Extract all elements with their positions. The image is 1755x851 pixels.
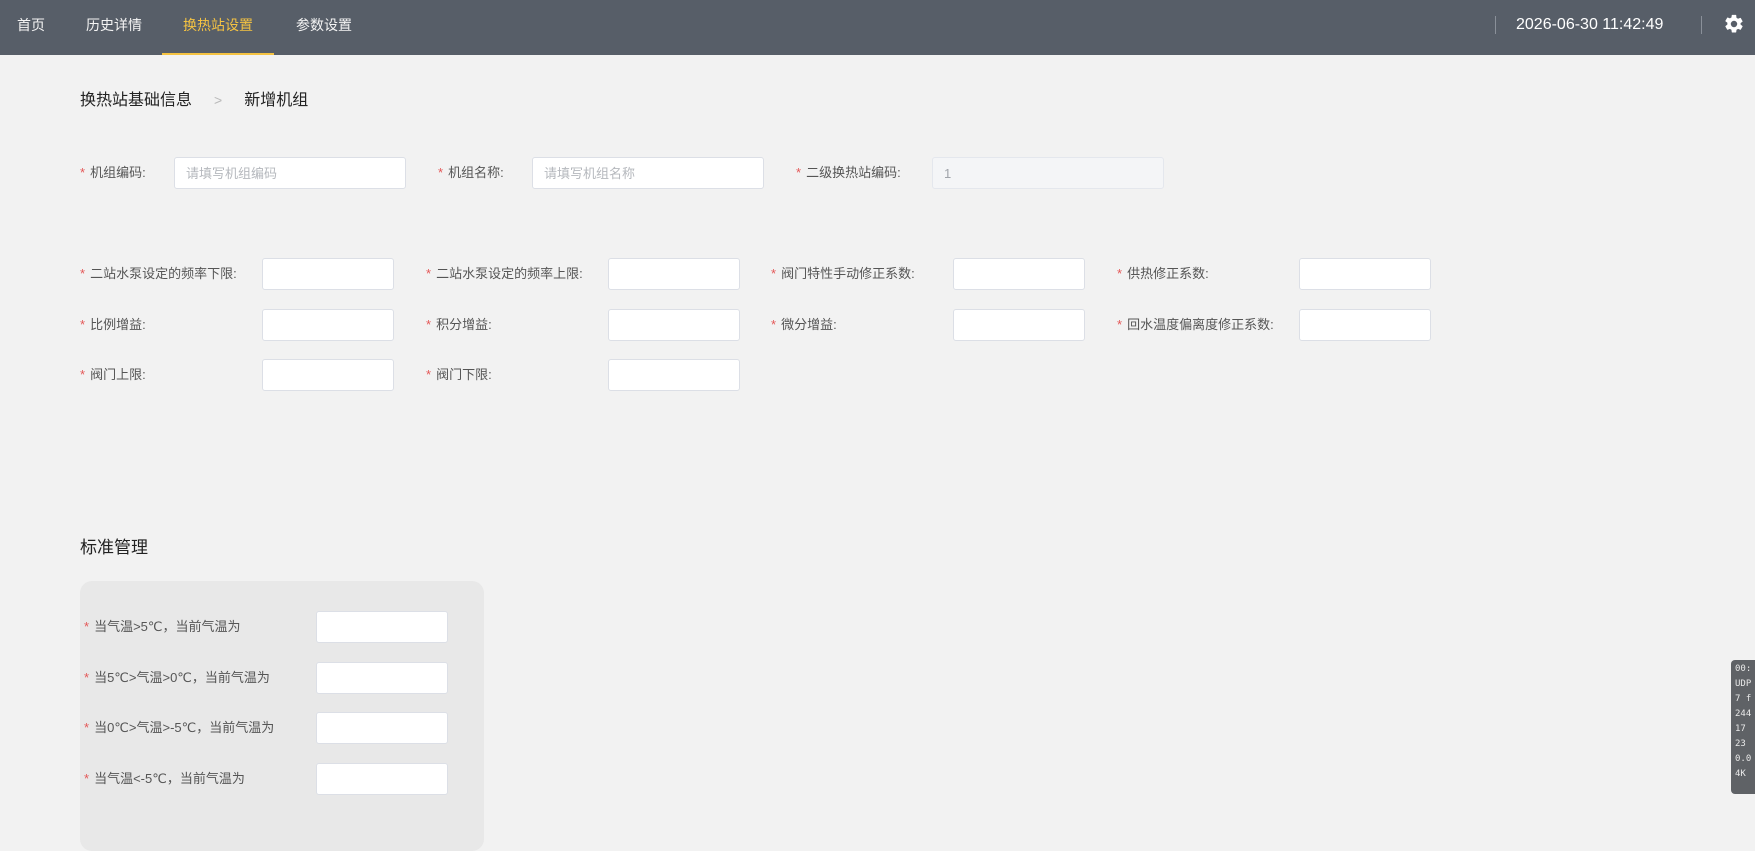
station-code-input — [932, 157, 1164, 189]
required-mark: * — [84, 670, 90, 685]
valve-upper-label: * 阀门上限: — [80, 367, 146, 382]
temp-0-to-minus5-label: * 当0℃>气温>-5℃，当前气温为 — [84, 720, 275, 735]
nav-item-history[interactable]: 历史详情 — [72, 0, 156, 55]
required-mark: * — [796, 165, 802, 180]
top-nav-bar: 首页 历史详情 换热站设置 参数设置 2026-06-30 11:42:49 — [0, 0, 1755, 55]
derivative-gain-label: * 微分增益: — [771, 317, 837, 332]
temp-0-to-minus5-input[interactable] — [316, 712, 448, 744]
unit-code-input[interactable] — [174, 157, 406, 189]
nav-item-home[interactable]: 首页 — [0, 0, 62, 55]
required-mark: * — [80, 266, 86, 281]
debug-line: UDP — [1735, 679, 1752, 689]
required-mark: * — [80, 367, 86, 382]
required-mark: * — [438, 165, 444, 180]
debug-line: 0.0 — [1735, 754, 1752, 764]
topbar-divider — [1495, 16, 1496, 34]
topbar-divider — [1701, 16, 1702, 34]
required-mark: * — [426, 317, 432, 332]
debug-line: 17 — [1735, 724, 1746, 734]
pump-freq-upper-label: * 二站水泵设定的频率上限: — [426, 266, 583, 281]
required-mark: * — [1117, 317, 1123, 332]
unit-code-label: * 机组编码: — [80, 165, 146, 180]
required-mark: * — [771, 317, 777, 332]
required-mark: * — [80, 317, 86, 332]
derivative-gain-input[interactable] — [953, 309, 1085, 341]
breadcrumb-separator: > — [214, 92, 223, 108]
nav-item-param-settings[interactable]: 参数设置 — [282, 0, 366, 55]
required-mark: * — [426, 367, 432, 382]
temp-below-minus5-label: * 当气温<-5℃，当前气温为 — [84, 771, 245, 786]
required-mark: * — [1117, 266, 1123, 281]
pump-freq-upper-input[interactable] — [608, 258, 740, 290]
heating-correction-label: * 供热修正系数: — [1117, 266, 1209, 281]
temp-5-to-0-label: * 当5℃>气温>0℃，当前气温为 — [84, 670, 270, 685]
temp-below-minus5-input[interactable] — [316, 763, 448, 795]
pump-freq-lower-label: * 二站水泵设定的频率下限: — [80, 266, 237, 281]
valve-correction-label: * 阀门特性手动修正系数: — [771, 266, 915, 281]
standard-management-title: 标准管理 — [80, 538, 148, 557]
unit-name-label: * 机组名称: — [438, 165, 504, 180]
return-temp-correction-label: * 回水温度偏离度修正系数: — [1117, 317, 1274, 332]
debug-line: 4K — [1735, 769, 1746, 779]
nav-item-station-settings[interactable]: 换热站设置 — [162, 0, 274, 55]
temp-5-to-0-input[interactable] — [316, 662, 448, 694]
breadcrumb-item-new-unit: 新增机组 — [244, 92, 309, 109]
required-mark: * — [771, 266, 777, 281]
debug-line: 244 — [1735, 709, 1752, 719]
station-code-label: * 二级换热站编码: — [796, 165, 901, 180]
breadcrumb: 换热站基础信息 > 新增机组 — [80, 86, 308, 110]
proportional-gain-input[interactable] — [262, 309, 394, 341]
return-temp-correction-input[interactable] — [1299, 309, 1431, 341]
valve-lower-input[interactable] — [608, 359, 740, 391]
debug-line: 00: — [1735, 664, 1752, 674]
proportional-gain-label: * 比例增益: — [80, 317, 146, 332]
required-mark: * — [84, 619, 90, 634]
valve-lower-label: * 阀门下限: — [426, 367, 492, 382]
debug-line: 23 — [1735, 739, 1746, 749]
breadcrumb-item-station-info[interactable]: 换热站基础信息 — [80, 86, 192, 110]
required-mark: * — [84, 771, 90, 786]
valve-correction-input[interactable] — [953, 258, 1085, 290]
temp-above-5-label: * 当气温>5℃，当前气温为 — [84, 619, 241, 634]
integral-gain-label: * 积分增益: — [426, 317, 492, 332]
debug-line: 7 f — [1735, 694, 1752, 704]
current-datetime: 2026-06-30 11:42:49 — [1516, 16, 1664, 33]
required-mark: * — [426, 266, 432, 281]
debug-overlay: 00: UDP 7 f 244 17 23 0.0 4K — [1731, 660, 1755, 794]
gear-icon[interactable] — [1723, 13, 1745, 35]
integral-gain-input[interactable] — [608, 309, 740, 341]
pump-freq-lower-input[interactable] — [262, 258, 394, 290]
required-mark: * — [84, 720, 90, 735]
required-mark: * — [80, 165, 86, 180]
temp-above-5-input[interactable] — [316, 611, 448, 643]
unit-name-input[interactable] — [532, 157, 764, 189]
valve-upper-input[interactable] — [262, 359, 394, 391]
heating-correction-input[interactable] — [1299, 258, 1431, 290]
